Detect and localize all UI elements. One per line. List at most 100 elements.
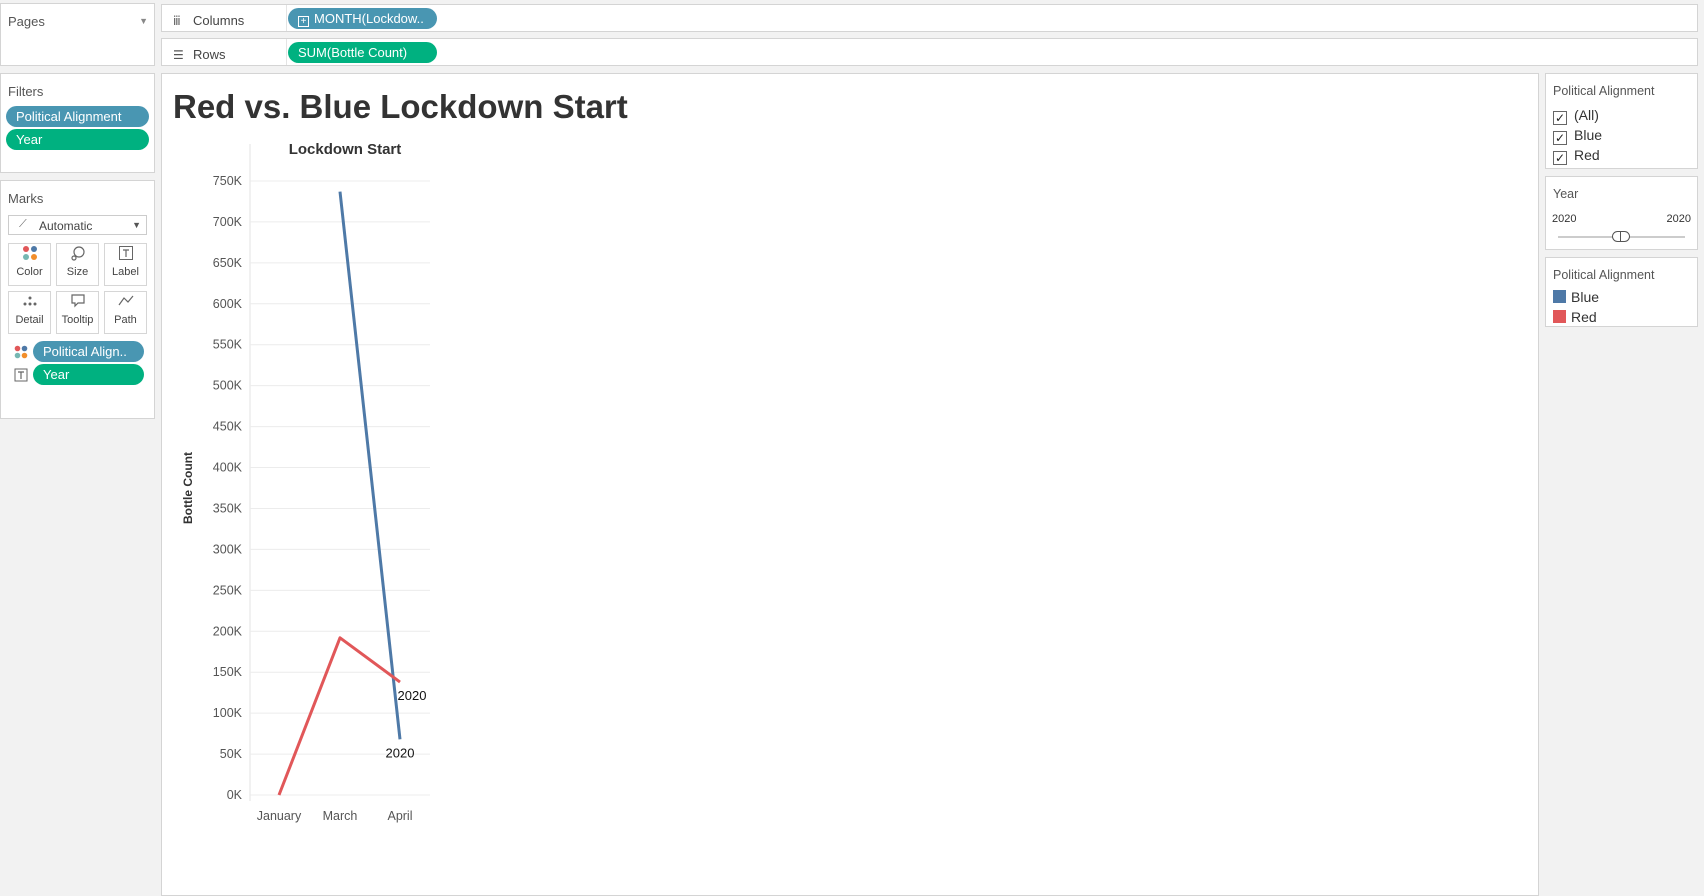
filter-option-label: (All) [1574,107,1599,123]
columns-shelf[interactable]: ⅲ Columns + MONTH(Lockdow.. [161,4,1698,32]
pages-card[interactable]: Pages ▼ [0,3,155,66]
columns-label: Columns [193,13,245,28]
sheet-view: Red vs. Blue Lockdown Start Lockdown Sta… [161,73,1539,896]
end-label-blue: 2020 [386,745,415,760]
pages-dropdown-icon[interactable]: ▼ [139,16,148,26]
sheet-title: Red vs. Blue Lockdown Start [173,88,628,125]
marks-path-button[interactable]: Path [104,291,147,334]
y-tick-label: 250K [213,583,243,597]
x-tick-label: January [257,809,302,823]
color-icon [9,244,50,266]
filter-option-red[interactable]: ✓ Red [1553,146,1600,165]
detail-icon [9,292,50,314]
pages-title: Pages [8,14,45,29]
checkbox-checked-icon[interactable]: ✓ [1553,111,1567,125]
marks-size-button[interactable]: Size [56,243,99,286]
y-tick-label: 0K [227,788,243,802]
end-label-red: 2020 [398,688,427,703]
y-tick-label: 700K [213,215,243,229]
y-tick-label: 450K [213,420,243,434]
x-tick-label: April [387,809,412,823]
columns-pill-label: MONTH(Lockdow.. [314,11,424,26]
legend-item-blue[interactable]: Blue [1553,288,1599,306]
y-axis-title: Bottle Count [181,452,195,524]
political-alignment-filter-title: Political Alignment [1553,84,1655,98]
y-tick-label: 300K [213,542,243,556]
filter-option-blue[interactable]: ✓ Blue [1553,126,1603,145]
year-range-slider-handle[interactable] [1612,231,1630,242]
marks-path-label: Path [114,314,137,326]
filter-option-all[interactable]: ✓ (All) [1553,106,1599,125]
legend-item-label: Blue [1571,289,1600,305]
year-min-value: 2020 [1552,213,1577,225]
series-line-blue [338,191,402,740]
label-encoding-icon [14,368,28,387]
text-t-icon [105,244,146,266]
y-tick-label: 150K [213,665,243,679]
legend-item-red[interactable]: Red [1553,308,1597,326]
legend-swatch-red [1553,310,1566,323]
year-max-value: 2020 [1666,213,1691,225]
filter-option-label: Red [1574,147,1600,163]
expand-plus-icon: + [298,16,309,27]
year-filter-title: Year [1553,187,1579,201]
rows-pill-sum-bottle-count[interactable]: SUM(Bottle Count) [288,42,437,63]
y-tick-label: 550K [213,338,243,352]
size-icon [57,244,98,266]
marks-color-button[interactable]: Color [8,243,51,286]
legend-swatch-blue [1553,290,1566,303]
shelf-divider [286,5,287,31]
line-chart: Lockdown Start 0K 50K 100K 150K 200K 250K 300K 3… [181,141,430,823]
color-encoding-icon [14,345,28,364]
year-filter-card: Year 2020 2020 [1545,176,1698,250]
columns-icon: ⅲ [173,14,181,28]
path-icon [105,292,146,314]
marks-label-label: Label [112,266,139,278]
rows-label: Rows [193,47,226,62]
rows-icon: ☰ [173,48,184,62]
mark-type-dropdown[interactable]: ⟋ Automatic ▼ [8,215,147,235]
y-tick-label: 400K [213,461,243,475]
chevron-down-icon: ▼ [132,220,141,230]
y-tick-label: 500K [213,379,243,393]
checkbox-checked-icon[interactable]: ✓ [1553,151,1567,165]
marks-pill-political-alignment[interactable]: Political Align.. [33,341,144,362]
y-tick-label: 600K [213,297,243,311]
chart-title: Lockdown Start [289,141,402,158]
marks-tooltip-button[interactable]: Tooltip [56,291,99,334]
checkbox-checked-icon[interactable]: ✓ [1553,131,1567,145]
shelf-divider [286,39,287,65]
y-tick-label: 650K [213,256,243,270]
color-legend-title: Political Alignment [1553,268,1655,282]
filter-pill-year[interactable]: Year [6,129,149,150]
rows-shelf-header: ☰ Rows [173,47,226,62]
marks-detail-label: Detail [15,314,44,326]
filters-title: Filters [8,84,44,99]
marks-pill-year[interactable]: Year [33,364,144,385]
y-tick-label: 100K [213,706,243,720]
color-legend-card: Political Alignment Blue Red [1545,257,1698,327]
y-tick-label: 50K [220,747,243,761]
filters-card: Filters Political Alignment Year [0,73,155,173]
marks-detail-button[interactable]: Detail [8,291,51,334]
legend-item-label: Red [1571,309,1597,325]
tooltip-icon [57,292,98,314]
marks-card: Marks ⟋ Automatic ▼ Color Size Label Det… [0,180,155,419]
marks-size-label: Size [66,266,89,278]
filter-option-label: Blue [1574,127,1603,143]
series-line-red [277,636,401,796]
marks-label-button[interactable]: Label [104,243,147,286]
marks-tooltip-label: Tooltip [61,314,94,326]
columns-shelf-header: ⅲ Columns [173,13,244,28]
y-tick-label: 350K [213,501,243,515]
line-chart-icon: ⟋ [19,218,27,230]
political-alignment-filter-card: Political Alignment ✓ (All) ✓ Blue ✓ Red [1545,73,1698,169]
rows-shelf[interactable]: ☰ Rows SUM(Bottle Count) [161,38,1698,66]
x-tick-label: March [323,809,358,823]
mark-type-value: Automatic [39,219,93,233]
y-tick-label: 200K [213,624,243,638]
marks-color-label: Color [16,266,43,278]
filter-pill-political-alignment[interactable]: Political Alignment [6,106,149,127]
columns-pill-month[interactable]: + MONTH(Lockdow.. [288,8,437,29]
y-tick-label: 750K [213,174,243,188]
